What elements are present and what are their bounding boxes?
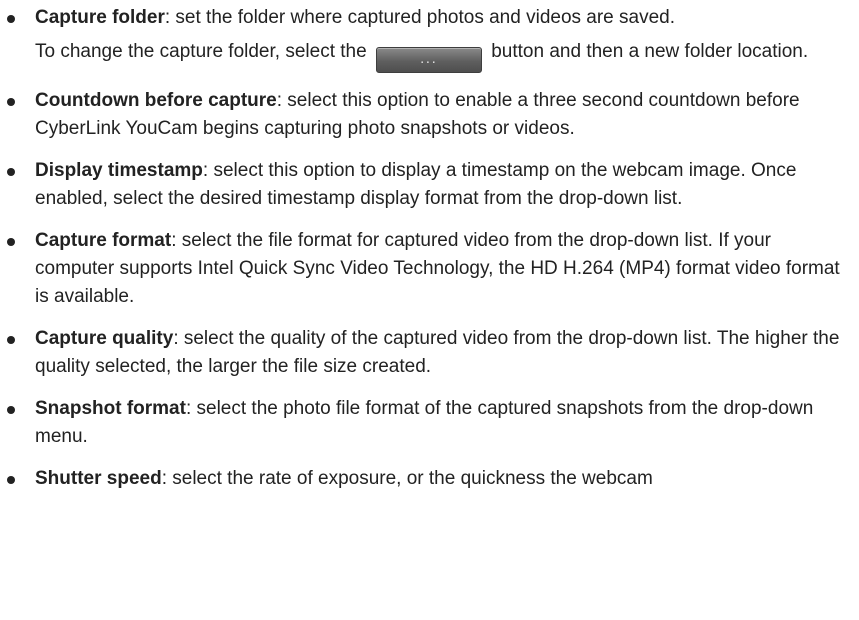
bullet-icon (7, 238, 15, 246)
item-term: Shutter speed (35, 468, 162, 489)
list-item-capture-quality: Capture quality: select the quality of t… (0, 325, 859, 381)
item-sub-paragraph: To change the capture folder, select the… (35, 38, 853, 73)
bullet-icon (7, 406, 15, 414)
item-paragraph: Display timestamp: select this option to… (35, 157, 853, 213)
item-text: : set the folder where captured photos a… (164, 7, 676, 28)
sub-text-after: button and then a new folder location. (485, 41, 809, 62)
item-term: Capture quality (35, 328, 174, 349)
item-paragraph: Shutter speed: select the rate of exposu… (35, 465, 853, 493)
item-text: : select the rate of exposure, or the qu… (161, 468, 653, 489)
browse-ellipsis-button[interactable]: ... (375, 47, 482, 73)
document-page: Capture folder: set the folder where cap… (0, 0, 859, 620)
sub-text-before: To change the capture folder, select the (35, 41, 372, 62)
list-item-display-timestamp: Display timestamp: select this option to… (0, 157, 859, 213)
item-paragraph: Countdown before capture: select this op… (35, 87, 853, 143)
bullet-icon (7, 168, 15, 176)
bullet-icon (7, 336, 15, 344)
list-item-shutter-speed: Shutter speed: select the rate of exposu… (0, 465, 859, 493)
list-item-capture-folder: Capture folder: set the folder where cap… (0, 4, 859, 73)
bullet-icon (7, 476, 15, 484)
item-term: Countdown before capture (35, 90, 277, 111)
item-paragraph: Capture format: select the file format f… (35, 227, 853, 311)
item-paragraph: Capture folder: set the folder where cap… (35, 4, 853, 32)
item-term: Display timestamp (35, 160, 203, 181)
list-item-snapshot-format: Snapshot format: select the photo file f… (0, 395, 859, 451)
item-term: Snapshot format (35, 398, 186, 419)
item-term: Capture format (35, 230, 172, 251)
item-term: Capture folder (35, 7, 165, 28)
bullet-icon (7, 15, 15, 23)
item-paragraph: Snapshot format: select the photo file f… (35, 395, 853, 451)
item-paragraph: Capture quality: select the quality of t… (35, 325, 853, 381)
settings-bullet-list: Capture folder: set the folder where cap… (0, 0, 859, 507)
bullet-icon (7, 98, 15, 106)
list-item-capture-format: Capture format: select the file format f… (0, 227, 859, 311)
list-item-countdown: Countdown before capture: select this op… (0, 87, 859, 143)
